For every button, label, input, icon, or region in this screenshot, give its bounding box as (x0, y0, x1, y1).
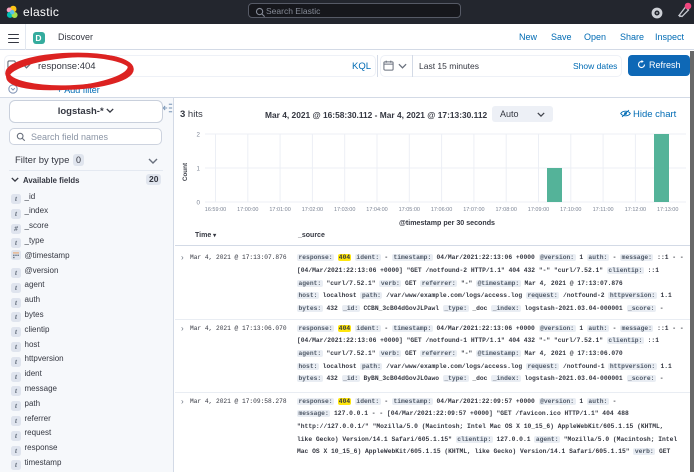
svg-text:17:00:00: 17:00:00 (237, 207, 258, 213)
svg-text:Count: Count (182, 162, 189, 181)
svg-text:17:02:00: 17:02:00 (302, 207, 323, 213)
svg-text:17:12:00: 17:12:00 (625, 207, 646, 213)
svg-text:0: 0 (197, 200, 201, 207)
svg-text:17:07:00: 17:07:00 (463, 207, 484, 213)
svg-text:17:04:00: 17:04:00 (366, 207, 387, 213)
svg-text:16:59:00: 16:59:00 (205, 207, 226, 213)
svg-text:17:06:00: 17:06:00 (431, 207, 452, 213)
svg-text:@timestamp per 30 seconds: @timestamp per 30 seconds (399, 219, 495, 227)
svg-text:17:08:00: 17:08:00 (495, 207, 516, 213)
svg-text:17:11:00: 17:11:00 (593, 207, 614, 213)
svg-text:17:13:00: 17:13:00 (657, 207, 678, 213)
svg-text:17:05:00: 17:05:00 (399, 207, 420, 213)
svg-text:17:09:00: 17:09:00 (528, 207, 549, 213)
svg-text:17:01:00: 17:01:00 (269, 207, 290, 213)
svg-text:17:03:00: 17:03:00 (334, 207, 355, 213)
svg-text:2: 2 (197, 132, 201, 139)
svg-text:17:10:00: 17:10:00 (560, 207, 581, 213)
svg-text:1: 1 (197, 166, 201, 173)
